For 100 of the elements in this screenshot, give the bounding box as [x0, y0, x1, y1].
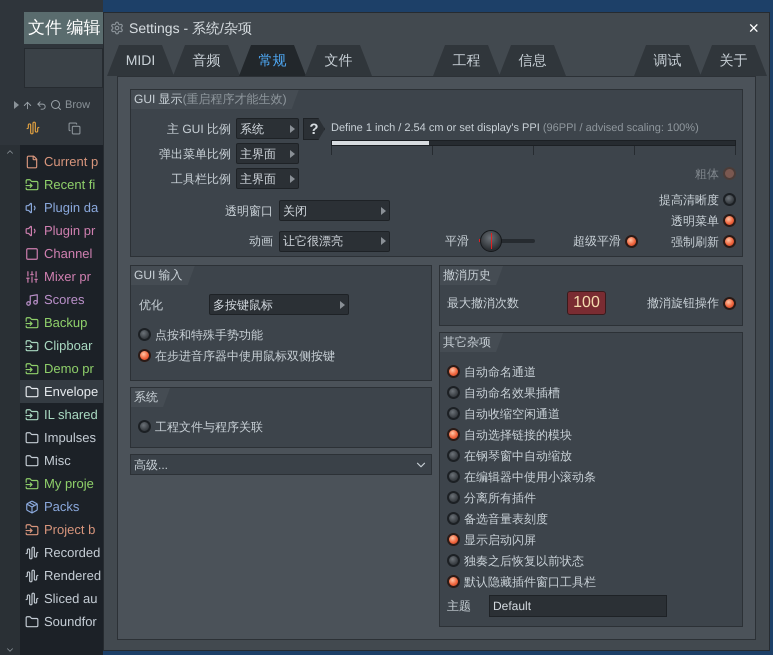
ppi-text: Define 1 inch / 2.54 cm or set display's PPI (96PPI / advised scaling: 100%) — [331, 121, 700, 136]
settings-tab[interactable]: 信息 — [499, 45, 566, 76]
browser-item[interactable]: My proje — [20, 472, 103, 495]
toggle-led[interactable] — [138, 328, 151, 341]
browser-item[interactable]: Demo pr — [20, 357, 103, 380]
play-icon[interactable] — [14, 101, 19, 109]
option-label: 在步进音序器中使用鼠标双侧按键 — [155, 348, 335, 364]
browser-item[interactable]: Recent fi — [20, 173, 103, 196]
browser-item[interactable]: Packs — [20, 495, 103, 518]
up-arrow-icon[interactable] — [22, 100, 33, 110]
settings-tab[interactable]: MIDI — [107, 45, 174, 76]
browser-item[interactable]: Clipboar — [20, 334, 103, 357]
toggle-led[interactable] — [447, 554, 460, 567]
advanced-dropdown[interactable]: 高级... — [130, 454, 432, 475]
option-label: 提高清晰度 — [659, 192, 719, 208]
toggle-led[interactable] — [447, 470, 460, 483]
browser-item[interactable]: Plugin pr — [20, 219, 103, 242]
browser-item[interactable]: IL shared — [20, 403, 103, 426]
folder-arrow-icon — [25, 338, 39, 352]
browser-item[interactable]: Recorded — [20, 541, 103, 564]
dropdown[interactable]: 关闭 — [279, 200, 390, 221]
option-label: 备选音量表刻度 — [464, 510, 548, 528]
triangle-icon — [381, 206, 386, 214]
box-icon — [25, 500, 39, 514]
field-label: 主 GUI 比例 — [166, 120, 231, 138]
toggle-led[interactable] — [447, 386, 460, 399]
browser-item[interactable]: Mixer pr — [20, 265, 103, 288]
toggle-led[interactable] — [723, 214, 736, 227]
option-label: 粗体 — [695, 166, 719, 182]
toggle-led[interactable] — [447, 428, 460, 441]
waveform-icon[interactable] — [26, 121, 40, 135]
number-field[interactable]: 100 — [567, 291, 606, 315]
settings-tab[interactable]: 文件 — [305, 45, 372, 76]
triangle-icon — [340, 300, 345, 308]
toggle-led[interactable] — [138, 420, 151, 433]
option-label: 自动选择链接的模块 — [464, 426, 572, 444]
option-label: 自动收缩空闲通道 — [464, 406, 560, 422]
browser-item[interactable]: Scores — [20, 288, 103, 311]
folder-arrow-icon — [25, 316, 39, 330]
folder-icon — [25, 454, 39, 468]
help-button[interactable]: ? — [303, 118, 325, 140]
option-label: 自动命名效果插槽 — [464, 384, 560, 402]
scale-slider[interactable] — [331, 140, 736, 146]
triangle-icon — [290, 174, 295, 182]
browser-item[interactable]: Rendered — [20, 564, 103, 587]
settings-tab[interactable]: 工程 — [433, 45, 500, 76]
browser-item[interactable]: Current p — [20, 150, 103, 173]
dropdown[interactable]: 主界面 — [236, 168, 299, 189]
theme-dropdown[interactable]: Default — [489, 595, 667, 617]
settings-tab[interactable]: 调试 — [634, 45, 701, 76]
toggle-led[interactable] — [723, 235, 736, 248]
settings-tab[interactable]: 音频 — [173, 45, 240, 76]
toggle-led[interactable] — [723, 296, 736, 310]
browser-item[interactable]: Plugin da — [20, 196, 103, 219]
toggle-led[interactable] — [447, 491, 460, 504]
copy-icon[interactable] — [68, 122, 81, 134]
toggle-led[interactable] — [447, 512, 460, 525]
search-icon[interactable] — [50, 99, 62, 111]
settings-icon — [110, 21, 124, 35]
toggle-led[interactable] — [447, 575, 460, 588]
triangle-icon — [290, 150, 295, 158]
toggle-led[interactable] — [447, 407, 460, 420]
toggle-led[interactable] — [138, 349, 151, 362]
toggle-led[interactable] — [447, 449, 460, 462]
browser-item[interactable]: Envelope — [20, 380, 103, 403]
dropdown[interactable]: 主界面 — [236, 143, 299, 164]
dropdown[interactable]: 多按键鼠标 — [209, 294, 349, 315]
browser-item[interactable]: Sliced au — [20, 587, 103, 610]
close-button[interactable]: × — [744, 19, 763, 37]
folder-arrow-icon — [25, 522, 39, 536]
folder-icon — [25, 614, 39, 628]
smoothing-slider[interactable] — [479, 230, 537, 252]
toggle-led[interactable] — [625, 234, 638, 248]
music-note-icon — [25, 292, 39, 306]
undo-icon[interactable] — [36, 100, 47, 110]
field-label: 工具栏比例 — [171, 170, 231, 188]
section-title: 其它杂项 — [440, 333, 503, 352]
folder-arrow-icon — [25, 408, 39, 422]
option-label: 独奏之后恢复以前状态 — [464, 552, 584, 570]
browser-item[interactable]: Backup — [20, 311, 103, 334]
settings-tab[interactable]: 关于 — [700, 45, 767, 76]
settings-tab[interactable]: 常规 — [239, 45, 306, 76]
section-title: GUI 输入 — [131, 266, 195, 285]
toggle-led[interactable] — [447, 533, 460, 546]
dropdown[interactable]: 让它很漂亮 — [279, 230, 390, 252]
toggle-led[interactable] — [723, 193, 736, 206]
dropdown[interactable]: 系统 — [236, 118, 299, 139]
browser-item[interactable]: Soundfor — [20, 610, 103, 633]
browser-item[interactable]: Project b — [20, 518, 103, 541]
menu-title[interactable]: 文件 编辑 — [24, 12, 103, 44]
browser-item[interactable]: Misc — [20, 449, 103, 472]
slider-label: 平滑 — [445, 233, 469, 250]
browser-item[interactable]: Impulses — [20, 426, 103, 449]
folder-arrow-icon — [25, 178, 39, 192]
folder-icon — [25, 430, 39, 444]
toggle-led[interactable] — [447, 365, 460, 378]
browser-item[interactable]: Channel — [20, 242, 103, 265]
field-label: 透明窗口 — [224, 202, 273, 220]
section-title: 系统 — [131, 388, 170, 407]
option-label: 在编辑器中使用小滚动条 — [464, 468, 596, 486]
